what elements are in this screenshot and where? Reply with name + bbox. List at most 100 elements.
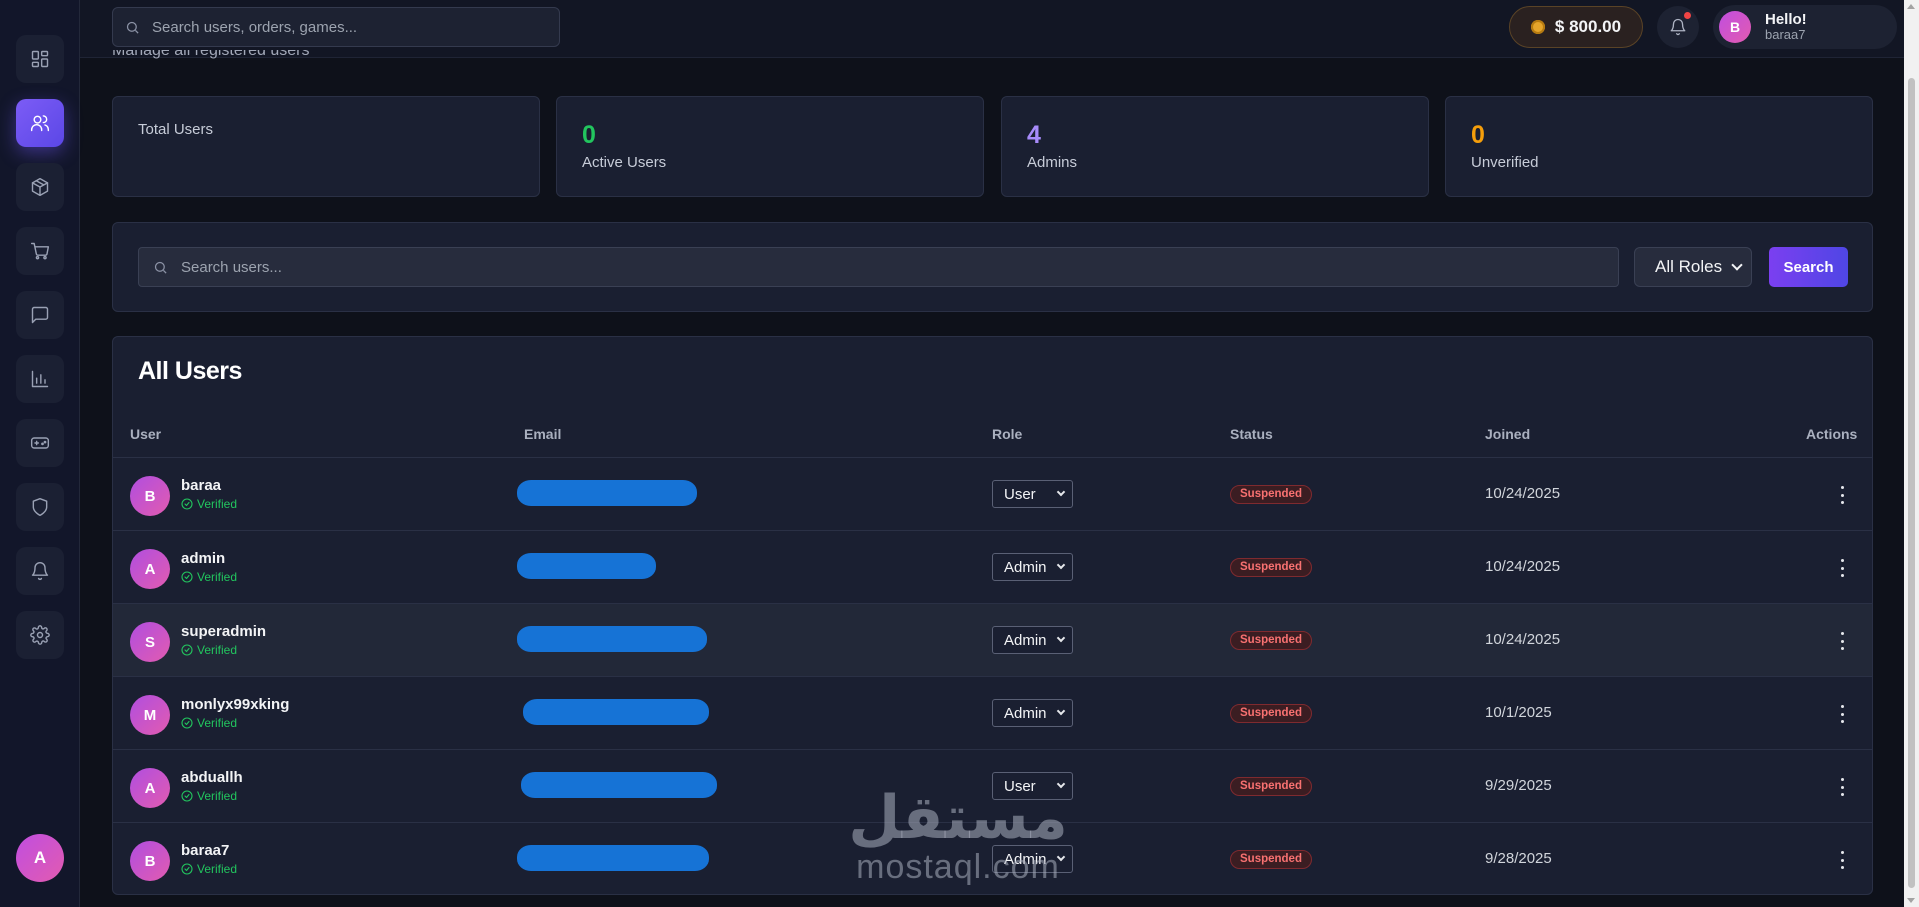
sidebar-item-notifications[interactable] xyxy=(16,547,64,595)
more-actions-icon[interactable] xyxy=(1832,486,1852,504)
joined-date: 10/24/2025 xyxy=(1485,485,1561,502)
joined-date: 10/1/2025 xyxy=(1485,704,1552,721)
role-select[interactable]: Admin xyxy=(992,553,1073,581)
filter-bar: All Roles Search xyxy=(112,222,1873,312)
user-search[interactable] xyxy=(138,247,1619,287)
avatar: B xyxy=(130,476,170,516)
role-select[interactable]: Admin xyxy=(992,626,1073,654)
sidebar: A xyxy=(0,0,80,907)
stat-card-unverified: 0 Unverified xyxy=(1445,96,1873,197)
column-header-actions: Actions xyxy=(1806,426,1858,442)
global-search[interactable] xyxy=(112,7,560,47)
sidebar-avatar[interactable]: A xyxy=(16,834,64,882)
search-button[interactable]: Search xyxy=(1769,247,1848,287)
sidebar-item-messages[interactable] xyxy=(16,291,64,339)
avatar: A xyxy=(130,549,170,589)
notifications-button[interactable] xyxy=(1657,6,1699,48)
user-name: abduallh xyxy=(181,769,243,786)
role-select[interactable]: User xyxy=(992,772,1073,800)
role-select[interactable]: Admin xyxy=(992,699,1073,727)
chevron-down-icon xyxy=(1056,560,1066,570)
table-row[interactable]: A abduallh Verified User Suspended 9/29/… xyxy=(113,750,1872,823)
sidebar-item-games[interactable] xyxy=(16,419,64,467)
check-circle-icon xyxy=(181,863,193,875)
scroll-up-arrow[interactable] xyxy=(1907,4,1915,9)
chevron-down-icon xyxy=(1056,706,1066,716)
column-header-status: Status xyxy=(1230,426,1273,442)
joined-date: 10/24/2025 xyxy=(1485,558,1561,575)
bell-icon xyxy=(31,562,49,581)
more-actions-icon[interactable] xyxy=(1832,632,1852,650)
column-header-user: User xyxy=(130,426,162,442)
sidebar-item-dashboard[interactable] xyxy=(16,35,64,83)
more-actions-icon[interactable] xyxy=(1832,559,1852,577)
column-header-role: Role xyxy=(992,426,1023,442)
joined-date: 10/24/2025 xyxy=(1485,631,1561,648)
stat-label: Total Users xyxy=(138,121,214,138)
avatar: M xyxy=(130,695,170,735)
page-subtitle: Manage all registered users xyxy=(112,50,310,59)
chevron-down-icon xyxy=(1056,852,1066,862)
chevron-down-icon xyxy=(1056,633,1066,643)
more-actions-icon[interactable] xyxy=(1832,705,1852,723)
user-menu[interactable]: B Hello! baraa7 xyxy=(1713,5,1897,49)
dashboard-icon xyxy=(31,50,49,68)
role-filter-select[interactable]: All Roles xyxy=(1634,247,1752,287)
stat-label: Unverified xyxy=(1471,154,1539,171)
topbar: $ 800.00 B Hello! baraa7 xyxy=(80,0,1919,58)
status-badge: Suspended xyxy=(1230,558,1312,577)
more-actions-icon[interactable] xyxy=(1832,851,1852,869)
column-header-email: Email xyxy=(524,426,562,442)
scroll-thumb[interactable] xyxy=(1908,78,1915,888)
global-search-input[interactable] xyxy=(152,18,559,36)
role-select[interactable]: Admin xyxy=(992,845,1073,873)
status-badge: Suspended xyxy=(1230,704,1312,723)
email-redacted xyxy=(523,699,709,725)
table-row[interactable]: S superadmin Verified Admin Suspended 10… xyxy=(113,604,1872,677)
table-row[interactable]: B baraa Verified User Suspended 10/24/20… xyxy=(113,458,1872,531)
users-icon xyxy=(30,115,50,132)
sidebar-item-analytics[interactable] xyxy=(16,355,64,403)
gamepad-icon xyxy=(30,437,50,449)
avatar: A xyxy=(130,768,170,808)
column-header-joined: Joined xyxy=(1485,426,1531,442)
money-bag-icon xyxy=(1530,20,1545,34)
role-filter-value: All Roles xyxy=(1655,257,1723,276)
user-search-input[interactable] xyxy=(181,258,1618,276)
check-circle-icon xyxy=(181,790,193,802)
user-name: superadmin xyxy=(181,623,267,640)
table-title: All Users xyxy=(138,357,242,385)
sidebar-item-orders[interactable] xyxy=(16,227,64,275)
scrollbar[interactable] xyxy=(1904,0,1919,907)
stat-card-total-users: Total Users xyxy=(112,96,540,197)
check-circle-icon xyxy=(181,644,193,656)
gear-icon xyxy=(30,625,50,645)
verified-badge: Verified xyxy=(181,643,237,657)
email-redacted xyxy=(517,553,656,579)
sidebar-item-products[interactable] xyxy=(16,163,64,211)
stat-card-admins: 4 Admins xyxy=(1001,96,1429,197)
table-row[interactable]: A admin Verified Admin Suspended 10/24/2… xyxy=(113,531,1872,604)
stat-label: Admins xyxy=(1027,154,1078,171)
balance-amount: $ 800.00 xyxy=(1554,17,1622,36)
status-badge: Suspended xyxy=(1230,850,1312,869)
stat-value: 0 xyxy=(582,121,596,149)
table-row[interactable]: B baraa7 Verified Admin Suspended 9/28/2… xyxy=(113,823,1872,894)
users-table: All Users User Email Role Status Joined … xyxy=(112,336,1873,895)
sidebar-item-users[interactable] xyxy=(16,99,64,147)
balance-badge[interactable]: $ 800.00 xyxy=(1509,6,1643,48)
more-actions-icon[interactable] xyxy=(1832,778,1852,796)
cart-icon xyxy=(30,242,50,260)
sidebar-item-security[interactable] xyxy=(16,483,64,531)
current-username: baraa7 xyxy=(1765,27,1806,43)
verified-badge: Verified xyxy=(181,497,237,511)
user-name: baraa xyxy=(181,477,222,494)
table-row[interactable]: M monlyx99xking Verified Admin Suspended… xyxy=(113,677,1872,750)
status-badge: Suspended xyxy=(1230,485,1312,504)
chevron-down-icon xyxy=(1731,259,1743,271)
sidebar-item-settings[interactable] xyxy=(16,611,64,659)
scroll-down-arrow[interactable] xyxy=(1907,898,1915,903)
role-select[interactable]: User xyxy=(992,480,1073,508)
email-redacted xyxy=(521,772,717,798)
status-badge: Suspended xyxy=(1230,631,1312,650)
